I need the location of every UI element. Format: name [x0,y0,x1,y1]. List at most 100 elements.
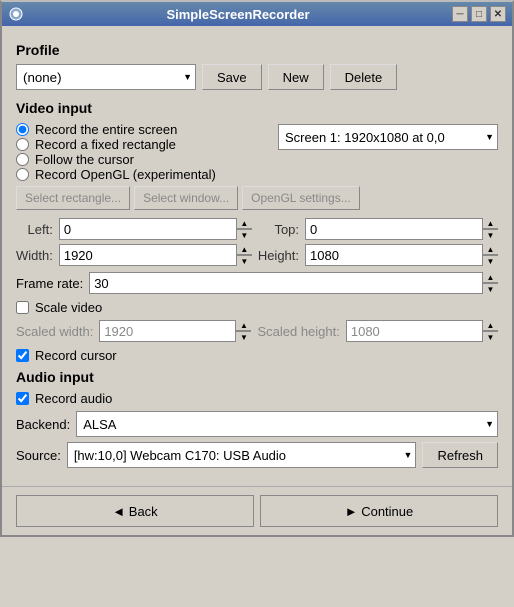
top-input-wrap: ▲ ▼ [305,218,498,240]
top-spin-down[interactable]: ▼ [483,229,498,240]
scaled-width-spin: ▲ ▼ [235,320,251,342]
maximize-button[interactable]: □ [471,6,487,22]
left-label: Left: [16,222,53,237]
screen-select-col: Screen 1: 1920x1080 at 0,0 [278,122,498,150]
radio-follow-cursor-input[interactable] [16,153,29,166]
opengl-settings-button[interactable]: OpenGL settings... [242,186,360,210]
video-input-section-title: Video input [16,100,498,116]
top-spin-up[interactable]: ▲ [483,218,498,229]
refresh-button[interactable]: Refresh [422,442,498,468]
radio-options: Record the entire screen Record a fixed … [16,122,278,182]
framerate-spin: ▲ ▼ [482,272,498,294]
scaled-width-spin-up[interactable]: ▲ [236,320,251,331]
title-bar: SimpleScreenRecorder ─ □ ✕ [2,2,512,26]
radio-opengl-label: Record OpenGL (experimental) [35,167,216,182]
minimize-button[interactable]: ─ [452,6,468,22]
top-label: Top: [258,222,299,237]
profile-row: (none) Save New Delete [16,64,498,90]
scale-video-label: Scale video [35,300,102,315]
close-button[interactable]: ✕ [490,6,506,22]
source-row: Source: [hw:10,0] Webcam C170: USB Audio… [16,442,498,468]
radio-entire-screen: Record the entire screen [16,122,278,137]
radio-fixed-rectangle: Record a fixed rectangle [16,137,278,152]
profile-select-wrapper: (none) [16,64,196,90]
radio-follow-cursor-label: Follow the cursor [35,152,134,167]
delete-button[interactable]: Delete [330,64,398,90]
radio-opengl: Record OpenGL (experimental) [16,167,278,182]
framerate-input[interactable] [89,272,498,294]
record-audio-checkbox[interactable] [16,392,29,405]
scaled-height-spin: ▲ ▼ [482,320,498,342]
select-window-button[interactable]: Select window... [134,186,238,210]
scaled-height-spin-down[interactable]: ▼ [483,331,498,342]
width-input[interactable] [59,244,252,266]
radio-entire-screen-input[interactable] [16,123,29,136]
app-icon [8,6,24,22]
radio-fixed-rect-label: Record a fixed rectangle [35,137,176,152]
height-input[interactable] [305,244,498,266]
main-window: SimpleScreenRecorder ─ □ ✕ Profile (none… [0,0,514,537]
scale-video-row: Scale video [16,300,498,315]
left-input-wrap: ▲ ▼ [59,218,252,240]
scaled-width-input-wrap: ▲ ▼ [99,320,251,342]
scaled-width-label: Scaled width: [16,324,93,339]
height-spin-up[interactable]: ▲ [483,244,498,255]
height-spin-down[interactable]: ▼ [483,255,498,266]
scaled-width-input[interactable] [99,320,251,342]
framerate-input-wrap: ▲ ▼ [89,272,498,294]
scaled-height-spin-up[interactable]: ▲ [483,320,498,331]
window-controls: ─ □ ✕ [452,6,506,22]
source-label: Source: [16,448,61,463]
dimension-fields: Left: ▲ ▼ Top: ▲ ▼ Width: ▲ [16,218,498,266]
width-spin-down[interactable]: ▼ [237,255,252,266]
top-spin: ▲ ▼ [482,218,498,240]
framerate-row: Frame rate: ▲ ▼ [16,272,498,294]
scaled-height-label: Scaled height: [257,324,339,339]
backend-select-wrapper: ALSA [76,411,498,437]
left-spin-up[interactable]: ▲ [237,218,252,229]
save-button[interactable]: Save [202,64,262,90]
left-spin-down[interactable]: ▼ [237,229,252,240]
record-audio-label: Record audio [35,391,112,406]
width-spin: ▲ ▼ [236,244,252,266]
scaled-height-input-wrap: ▲ ▼ [346,320,498,342]
height-input-wrap: ▲ ▼ [305,244,498,266]
new-button[interactable]: New [268,64,324,90]
screen-select[interactable]: Screen 1: 1920x1080 at 0,0 [278,124,498,150]
audio-input-section-title: Audio input [16,369,498,385]
back-button[interactable]: ◄ Back [16,495,254,527]
window-title: SimpleScreenRecorder [166,7,309,22]
width-spin-up[interactable]: ▲ [237,244,252,255]
continue-button[interactable]: ► Continue [260,495,498,527]
top-input[interactable] [305,218,498,240]
backend-row: Backend: ALSA [16,411,498,437]
bottom-bar: ◄ Back ► Continue [2,486,512,535]
source-select-wrapper: [hw:10,0] Webcam C170: USB Audio [67,442,417,468]
record-cursor-checkbox[interactable] [16,349,29,362]
scaled-dimension-fields: Scaled width: ▲ ▼ Scaled height: ▲ ▼ [16,320,498,342]
screen-dropdown-wrapper: Screen 1: 1920x1080 at 0,0 [278,124,498,150]
source-select[interactable]: [hw:10,0] Webcam C170: USB Audio [67,442,417,468]
profile-select[interactable]: (none) [16,64,196,90]
profile-section-title: Profile [16,42,498,58]
height-label: Height: [258,248,299,263]
framerate-spin-down[interactable]: ▼ [483,283,498,294]
backend-label: Backend: [16,417,70,432]
record-cursor-label: Record cursor [35,348,117,363]
radio-entire-screen-label: Record the entire screen [35,122,177,137]
width-input-wrap: ▲ ▼ [59,244,252,266]
record-cursor-row: Record cursor [16,348,498,363]
main-content: Profile (none) Save New Delete Video inp… [2,26,512,486]
scaled-height-input[interactable] [346,320,498,342]
radio-fixed-rect-input[interactable] [16,138,29,151]
left-input[interactable] [59,218,252,240]
action-buttons: Select rectangle... Select window... Ope… [16,186,498,210]
radio-follow-cursor: Follow the cursor [16,152,278,167]
radio-opengl-input[interactable] [16,168,29,181]
scale-video-checkbox[interactable] [16,301,29,314]
backend-select[interactable]: ALSA [76,411,498,437]
select-rectangle-button[interactable]: Select rectangle... [16,186,130,210]
framerate-label: Frame rate: [16,276,83,291]
scaled-width-spin-down[interactable]: ▼ [236,331,251,342]
framerate-spin-up[interactable]: ▲ [483,272,498,283]
